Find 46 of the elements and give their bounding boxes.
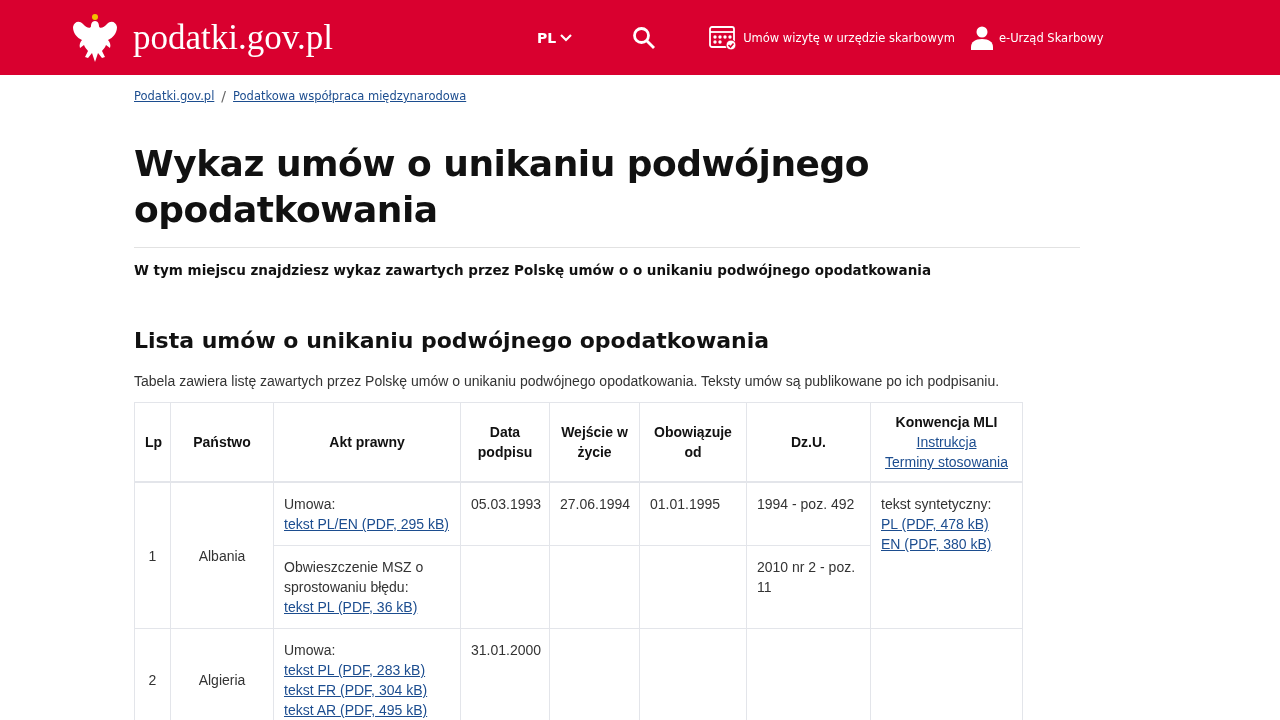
legal-act-label: Umowa: <box>284 495 337 514</box>
eagle-emblem-icon <box>72 12 118 63</box>
user-icon <box>970 25 993 50</box>
row-number: 2 <box>134 628 171 720</box>
search-icon[interactable] <box>632 25 657 50</box>
header-link[interactable]: e-Urząd Skarbowy <box>970 25 1104 50</box>
pdf-link[interactable]: PL (PDF, 478 kB) <box>881 514 1012 534</box>
pdf-link[interactable]: tekst PL (PDF, 283 kB) <box>284 660 450 680</box>
column-header: Wejście w życie <box>549 402 640 482</box>
header-link[interactable]: Umów wizytę w urzędzie skarbowym <box>709 24 955 51</box>
pdf-link[interactable]: EN (PDF, 380 kB) <box>881 534 1012 554</box>
signing-date: 05.03.1993 <box>460 482 550 546</box>
header-link-label: Umów wizytę w urzędzie skarbowym <box>743 30 955 45</box>
lead-text: W tym miejscu znajdziesz wykaz zawartych przez Polskę umów o o unikaniu podwójnego opodatkowania <box>134 262 932 278</box>
breadcrumb-link[interactable]: Podatkowa współpraca międzynarodowa <box>233 89 467 103</box>
country-name: Albania <box>170 482 274 629</box>
pdf-link[interactable]: tekst PL/EN (PDF, 295 kB) <box>284 514 450 534</box>
column-header: Data podpisu <box>460 402 550 482</box>
legal-act-label: Umowa: <box>284 641 337 660</box>
breadcrumb-separator: / <box>221 88 227 104</box>
column-header: Akt prawny <box>273 402 461 482</box>
column-header: Obowiązuje od <box>639 402 747 482</box>
column-header: Państwo <box>170 402 274 482</box>
pdf-link[interactable]: tekst PL (PDF, 36 kB) <box>284 597 450 617</box>
mli-label: tekst syntetyczny: <box>881 495 993 514</box>
pdf-link[interactable]: Terminy stosowania <box>881 452 1012 472</box>
legal-act-label: Obwieszczenie MSZ o sprostowaniu błędu: <box>284 558 425 597</box>
language-selector[interactable]: PL <box>536 29 573 46</box>
effective-date: 01.01.1995 <box>639 482 747 546</box>
column-header: Lp <box>134 402 171 482</box>
site-logo[interactable]: podatki.gov.pl <box>133 17 333 58</box>
row-number: 1 <box>134 482 171 629</box>
table-caption: Tabela zawiera listę zawartych przez Polskę umów o unikaniu podwójnego opodatkowania. Teksty umów są publikowane po ich podpisaniu. <box>134 373 1001 389</box>
header-link-label: e-Urząd Skarbowy <box>998 30 1104 45</box>
breadcrumb-link[interactable]: Podatki.gov.pl <box>134 89 215 103</box>
chevron-down-icon <box>560 33 573 42</box>
column-header: Dz.U. <box>746 402 871 482</box>
journal-reference: 1994 - poz. 492 <box>746 482 871 546</box>
page-title: Wykaz umów o unikaniu podwójnego opodatkowania <box>134 142 870 232</box>
pdf-link[interactable]: tekst FR (PDF, 304 kB) <box>284 680 450 700</box>
entry-into-force-date: 27.06.1994 <box>549 482 640 546</box>
pdf-link[interactable]: Instrukcja <box>881 432 1012 452</box>
calendar-check-icon <box>709 24 738 51</box>
column-header: Konwencja MLI <box>894 413 999 432</box>
section-title: Lista umów o unikaniu podwójnego opodatkowania <box>134 328 771 353</box>
pdf-link[interactable]: tekst AR (PDF, 495 kB) <box>284 700 450 720</box>
